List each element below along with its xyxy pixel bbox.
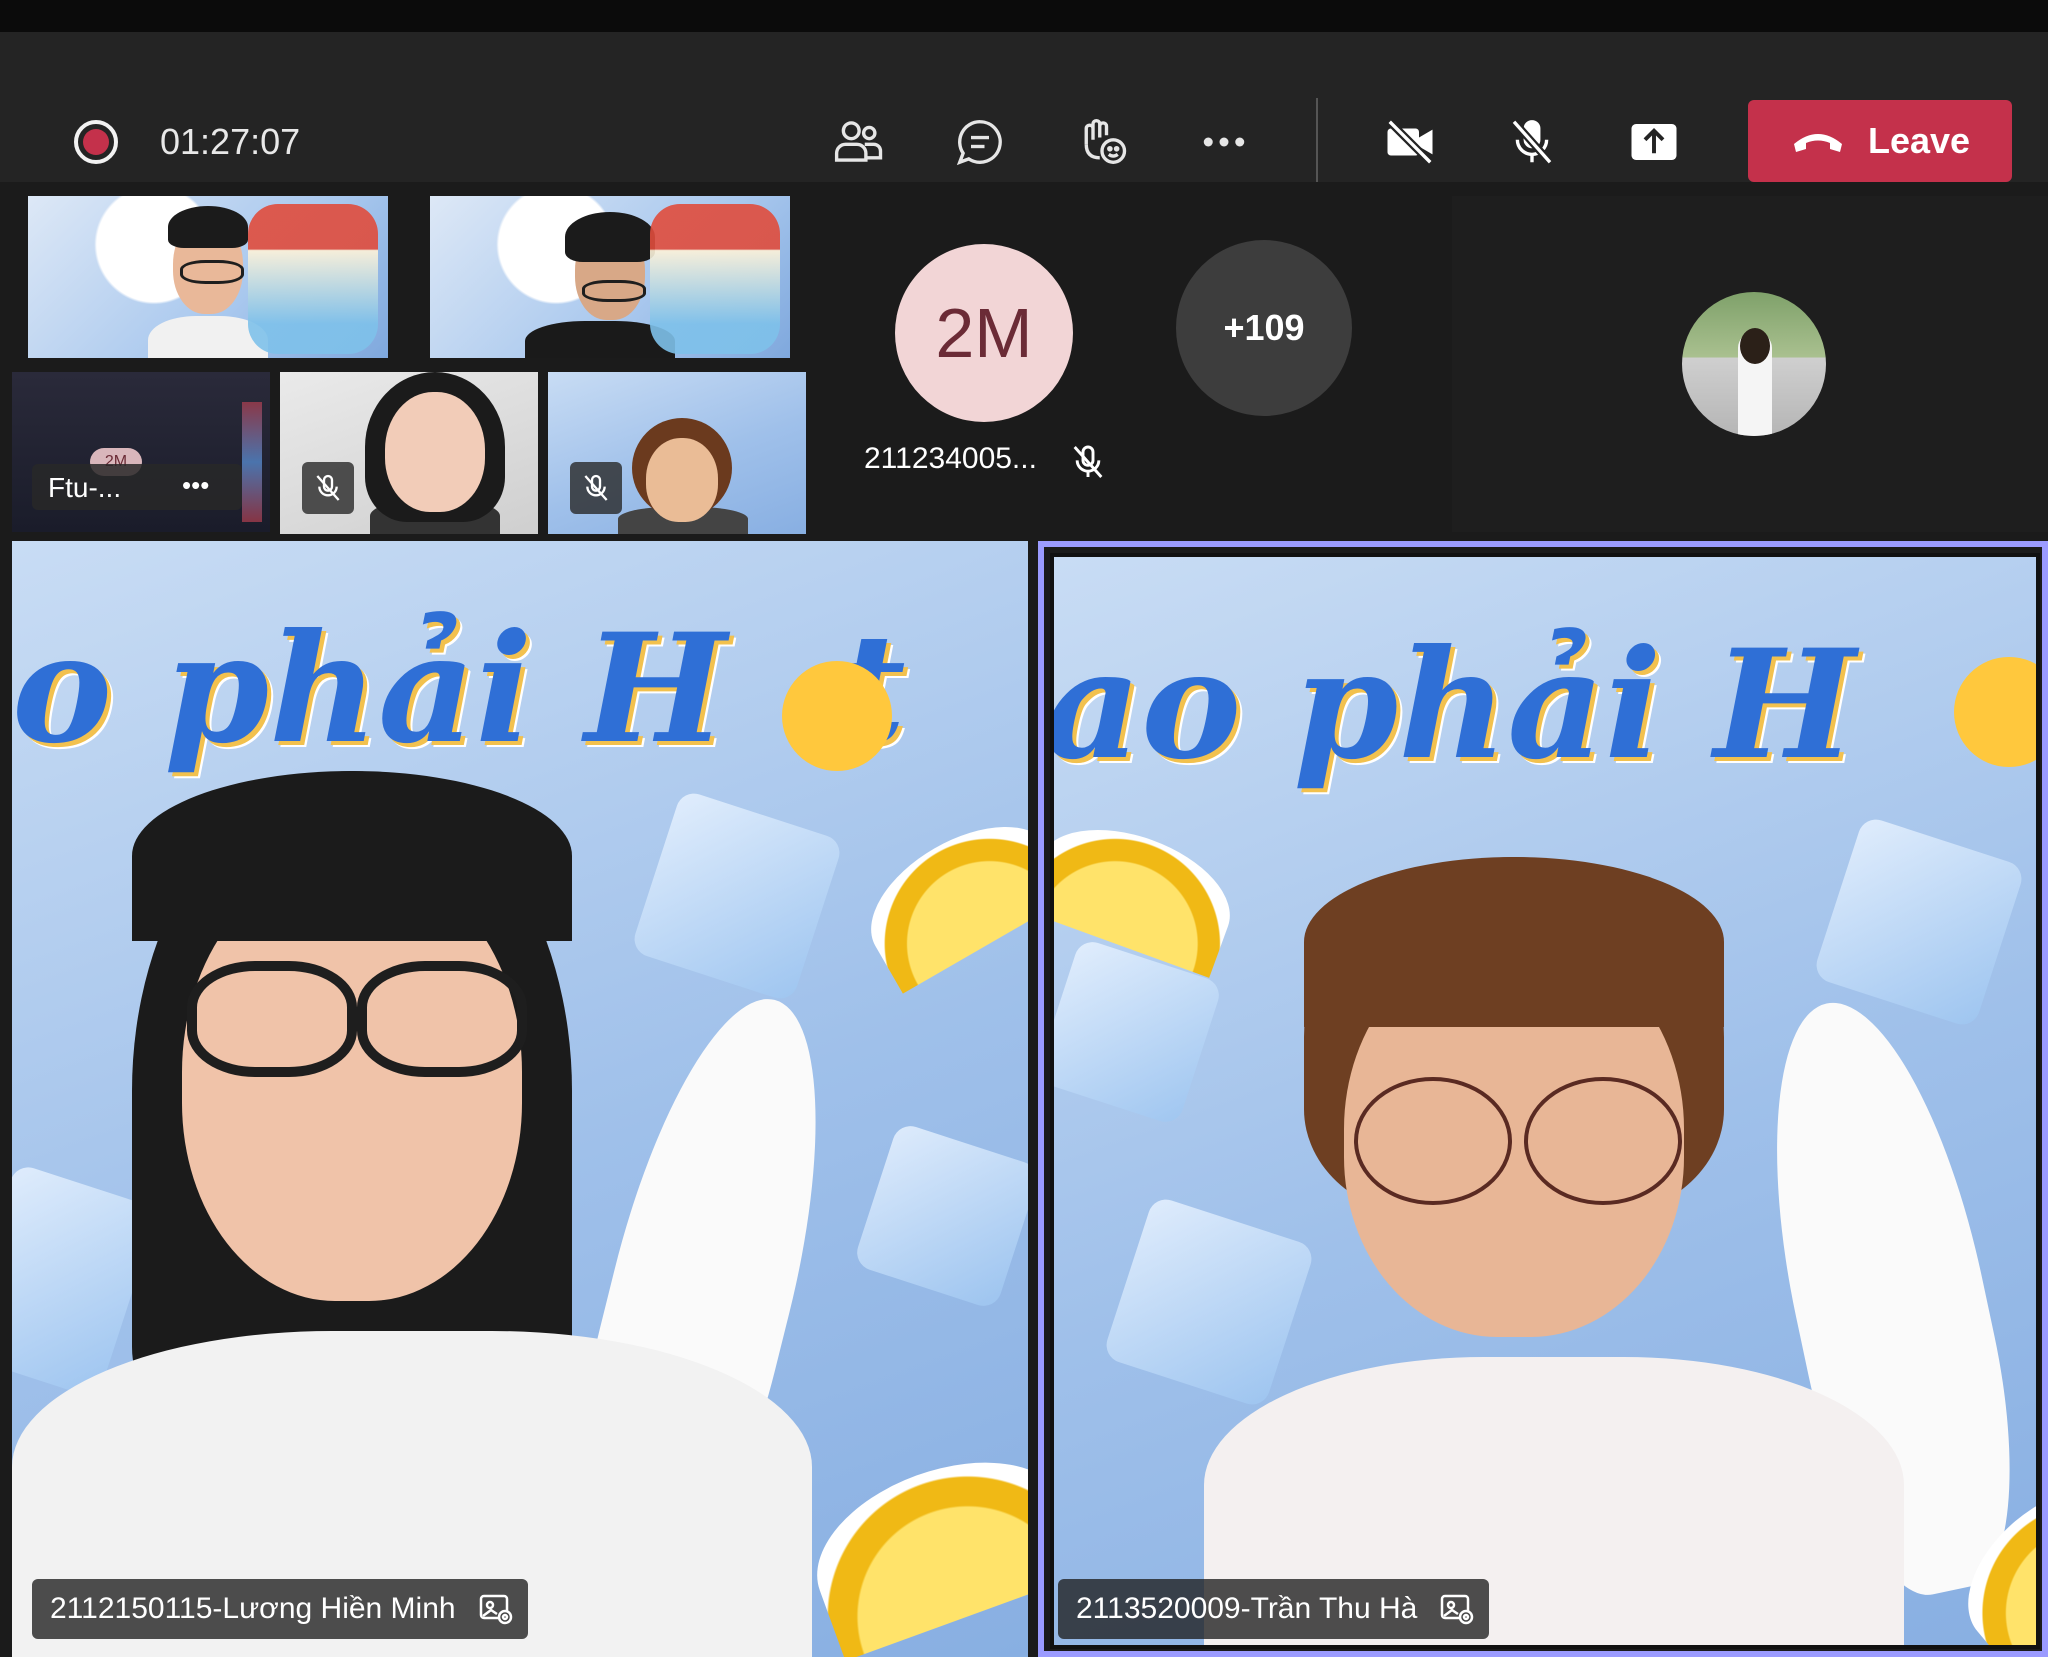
record-icon <box>74 120 118 164</box>
participant-thumbnail[interactable] <box>548 372 806 534</box>
reactions-button[interactable] <box>1070 110 1134 174</box>
lemon-slice <box>794 1431 1028 1657</box>
more-icon <box>1203 137 1245 147</box>
mascot-graphic <box>248 204 378 354</box>
mic-off-icon <box>316 474 340 501</box>
participant-thumbnail[interactable] <box>28 196 388 358</box>
participant-name: 2112150115-Lương Hiền Minh <box>50 1592 456 1625</box>
share-button[interactable] <box>1622 110 1686 174</box>
background-effects-icon <box>479 1594 512 1625</box>
screen-sidebar-graphic <box>242 402 262 522</box>
mic-off-icon <box>1073 445 1103 478</box>
participant-thumbnail[interactable] <box>430 196 790 358</box>
more-actions-button[interactable] <box>1192 110 1256 174</box>
mic-toggle-button[interactable] <box>1500 110 1564 174</box>
leave-button[interactable]: Leave <box>1748 100 2012 182</box>
more-participants-button[interactable]: +109 <box>1176 240 1352 416</box>
meeting-toolbar: 01:27:07 Leave <box>0 32 2048 182</box>
meeting-timer: 01:27:07 <box>160 121 301 162</box>
selected-video-inner-border <box>1050 553 2040 1649</box>
participant-name-2m: 211234005... <box>864 442 1037 475</box>
mic-off-icon <box>1511 119 1553 165</box>
self-avatar[interactable] <box>1682 292 1826 436</box>
people-icon <box>834 121 883 162</box>
participant-thumbnail-ftu[interactable]: 2M Ftu-... ••• <box>12 372 270 532</box>
participant-thumbnail[interactable] <box>280 372 538 534</box>
ice-cube <box>852 1121 1028 1311</box>
ftu-more-icon[interactable]: ••• <box>182 470 209 501</box>
mic-muted-indicator <box>570 462 622 514</box>
camera-off-icon <box>1386 118 1434 166</box>
ftu-name: Ftu-... <box>48 472 122 503</box>
mic-off-icon <box>584 474 608 501</box>
phone-icon <box>1793 134 1842 152</box>
window-top-strip <box>0 0 2048 32</box>
reactions-icon <box>1084 119 1127 164</box>
main-video-left[interactable]: o phải Ht 2112150115-Lương Hiền Minh <box>12 541 1028 1657</box>
participant-name-chip: 2112150115-Lương Hiền Minh <box>32 1579 528 1639</box>
banner-text: o phải Ht <box>12 601 906 777</box>
lemon-slice <box>847 798 1028 994</box>
leave-label: Leave <box>1867 120 1971 161</box>
ftu-name-chip: Ftu-... ••• <box>32 464 242 510</box>
mic-muted-indicator <box>302 462 354 514</box>
chat-icon <box>956 120 1002 166</box>
chat-button[interactable] <box>948 110 1012 174</box>
ice-cube <box>629 788 845 1004</box>
share-icon <box>1631 124 1677 160</box>
camera-toggle-button[interactable] <box>1378 110 1442 174</box>
shocked-emoji <box>782 661 892 771</box>
toolbar-divider <box>1316 98 1318 182</box>
participant-avatar-2m[interactable]: 2M <box>895 244 1073 422</box>
mascot-graphic <box>650 204 780 354</box>
people-button[interactable] <box>826 110 890 174</box>
